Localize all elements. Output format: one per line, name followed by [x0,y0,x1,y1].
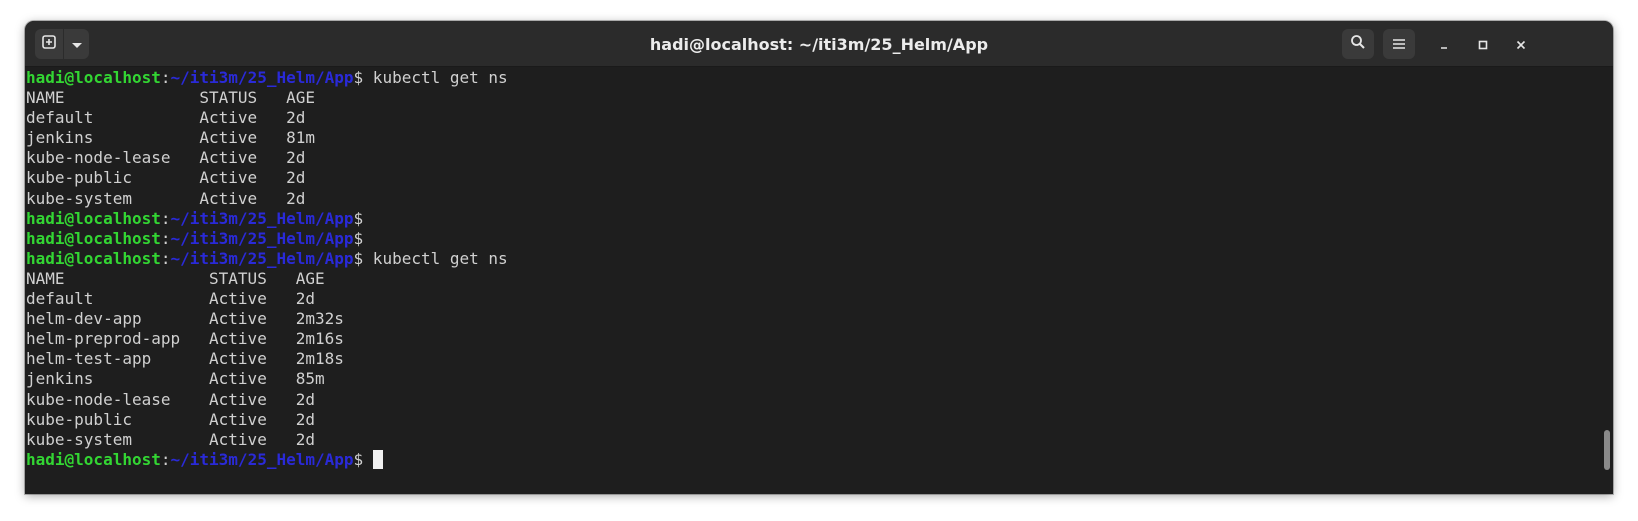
terminal-output[interactable]: hadi@localhost:~/iti3m/25_Helm/App$ kube… [25,68,1599,494]
output-line: NAME STATUS AGE [26,88,315,108]
window-title: hadi@localhost: ~/iti3m/25_Helm/App [649,34,989,54]
prompt-user-host: hadi@localhost [26,68,161,87]
prompt-path: ~/iti3m/25_Helm/App [170,228,354,248]
close-icon [1516,35,1526,54]
prompt-user-host: hadi@localhost [26,228,161,248]
prompt-separator: : [160,68,171,87]
prompt-separator: : [160,208,171,228]
prompt-line: hadi@localhost:~/iti3m/25_Helm/App$ [26,209,1599,229]
chevron-down-icon [71,35,83,54]
command-text: kubectl get ns [363,248,508,268]
prompt-symbol: $ [353,228,364,248]
output-line: jenkins Active 81m [26,128,315,148]
output-line: kube-node-lease Active 2d [26,389,315,409]
prompt-user-host: hadi@localhost [26,208,161,228]
output-line: default Active 2d [26,289,315,309]
maximize-icon [1478,35,1488,54]
prompt-symbol: $ [353,248,364,268]
search-icon [1350,34,1366,54]
output-line: default Active 2d [26,108,306,128]
command-text: kubectl get ns [363,68,508,87]
terminal-window: hadi@localhost: ~/iti3m/25_Helm/App hadi… [25,21,1613,494]
new-tab-icon [41,34,57,54]
output-line: kube-node-lease Active 2d [26,148,306,168]
scrollbar[interactable] [1599,68,1613,494]
output-line: kube-public Active 2d [26,409,315,429]
new-tab-split-button [35,29,89,59]
prompt-line: hadi@localhost:~/iti3m/25_Helm/App$ [26,449,1599,470]
search-button[interactable] [1342,29,1374,59]
prompt-user-host: hadi@localhost [26,449,161,469]
prompt-separator: : [160,449,171,469]
prompt-path: ~/iti3m/25_Helm/App [170,68,354,87]
main-menu-button[interactable] [1383,29,1415,59]
output-line: NAME STATUS AGE [26,268,325,288]
prompt-line: hadi@localhost:~/iti3m/25_Helm/App$ kube… [26,249,1599,269]
prompt-path: ~/iti3m/25_Helm/App [170,248,354,268]
prompt-symbol: $ [353,449,364,469]
output-line: kube-system Active 2d [26,188,306,208]
close-button[interactable] [1510,33,1532,55]
prompt-line: hadi@localhost:~/iti3m/25_Helm/App$ kube… [26,68,1599,88]
minimize-button[interactable] [1433,33,1455,55]
prompt-symbol: $ [353,208,364,228]
prompt-user-host: hadi@localhost [26,248,161,268]
menu-dropdown-button[interactable] [64,29,89,59]
minimize-icon [1439,35,1449,54]
prompt-path: ~/iti3m/25_Helm/App [170,449,354,469]
prompt-line: hadi@localhost:~/iti3m/25_Helm/App$ [26,229,1599,249]
output-line: helm-test-app Active 2m18s [26,349,344,369]
maximize-button[interactable] [1472,33,1494,55]
prompt-symbol: $ [353,68,364,87]
command-text [363,450,373,469]
output-line: jenkins Active 85m [26,369,325,389]
scrollbar-thumb[interactable] [1604,430,1610,470]
output-line: helm-preprod-app Active 2m16s [26,329,344,349]
output-line: kube-public Active 2d [26,168,306,188]
headerbar: hadi@localhost: ~/iti3m/25_Helm/App [25,21,1613,67]
prompt-path: ~/iti3m/25_Helm/App [170,208,354,228]
hamburger-menu-icon [1392,35,1406,54]
output-line: kube-system Active 2d [26,429,315,449]
prompt-separator: : [160,248,171,268]
text-cursor [372,449,383,469]
new-tab-button[interactable] [35,29,64,59]
prompt-separator: : [160,228,171,248]
output-line: helm-dev-app Active 2m32s [26,309,344,329]
